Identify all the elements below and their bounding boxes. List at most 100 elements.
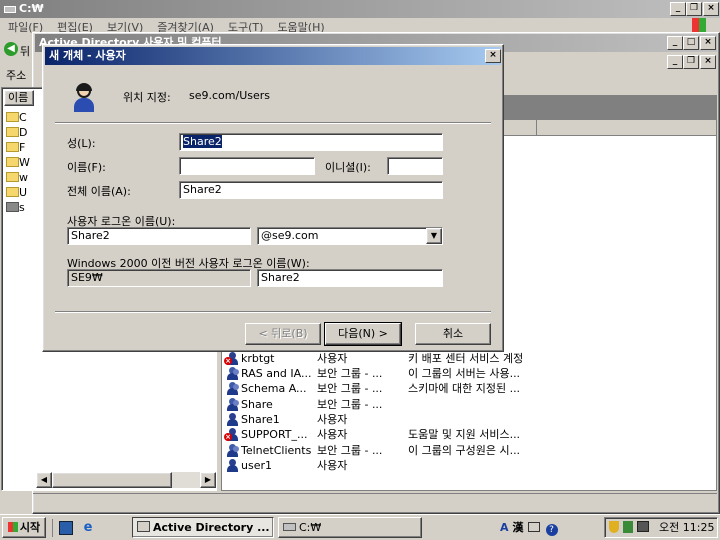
- list-item[interactable]: TelnetClients 보안 그룹 - ... 이 그룹의 구성원은 시...: [224, 443, 720, 458]
- windows-flag-icon: [7, 522, 18, 532]
- logon-name-field[interactable]: Share2: [67, 227, 251, 245]
- scroll-right-arrow[interactable]: ▶: [200, 472, 216, 488]
- list-item[interactable]: × SUPPORT_... 사용자 도움말 및 지원 서비스...: [224, 427, 720, 442]
- drive-icon: [4, 6, 16, 13]
- back-label[interactable]: 뒤: [20, 43, 30, 59]
- list-item-type: 보안 그룹 - ...: [317, 443, 383, 457]
- tree-item-label: U: [19, 186, 28, 199]
- dialog-title-bar[interactable]: 새 개체 - 사용자: [45, 47, 501, 65]
- list-item[interactable]: user1 사용자: [224, 458, 720, 473]
- ad-inner-restore-button[interactable]: ❐: [683, 55, 699, 69]
- show-desktop-icon[interactable]: [59, 521, 73, 535]
- list-item-type: 사용자: [317, 428, 348, 442]
- ad-minimize-button[interactable]: _: [667, 36, 683, 50]
- next-button[interactable]: 다음(N) >: [324, 322, 402, 346]
- ad-close-button[interactable]: ×: [700, 36, 716, 50]
- list-item-name: Share1: [241, 412, 280, 426]
- task-ad-window[interactable]: Active Directory ...: [132, 517, 274, 538]
- tree-item[interactable]: C: [6, 110, 36, 125]
- tree-item-label: C: [19, 111, 27, 124]
- scroll-left-arrow[interactable]: ◀: [36, 472, 52, 488]
- list-item[interactable]: × krbtgt 사용자 키 배포 센터 서비스 계정: [224, 351, 720, 366]
- last-name-field[interactable]: Share2: [179, 133, 443, 151]
- back-arrow-icon[interactable]: ◀: [4, 42, 18, 56]
- folder-icon: [6, 127, 19, 137]
- dropdown-arrow-icon[interactable]: ▼: [426, 228, 442, 244]
- group-icon: [226, 443, 239, 457]
- new-user-dialog: 새 개체 - 사용자 × 위치 지정: se9.com/Users 성(L): …: [42, 44, 504, 352]
- separator: [55, 311, 491, 313]
- network-icon[interactable]: [623, 521, 633, 533]
- ime-lang-a[interactable]: A: [500, 521, 509, 534]
- task-explorer-window[interactable]: C:₩: [278, 517, 422, 538]
- tree-header-label: 이름: [8, 91, 29, 104]
- location-label: 위치 지정:: [123, 91, 171, 104]
- list-item[interactable]: Share 보안 그룹 - ...: [224, 397, 720, 412]
- tree-item-label: W: [19, 156, 30, 169]
- list-item-name: Share: [241, 397, 273, 411]
- cancel-button[interactable]: 취소: [415, 323, 491, 345]
- initials-field[interactable]: [387, 157, 443, 175]
- dialog-close-button[interactable]: ×: [485, 49, 501, 63]
- location-value: se9.com/Users: [189, 89, 270, 102]
- tree-column-header[interactable]: 이름: [4, 90, 34, 106]
- list-item[interactable]: Share1 사용자: [224, 412, 720, 427]
- explorer-title: C:₩: [19, 2, 44, 15]
- clock[interactable]: 오전 11:25: [659, 520, 714, 536]
- list-item-name: user1: [241, 458, 272, 472]
- list-item-name: krbtgt: [241, 351, 275, 365]
- ad-inner-close-button[interactable]: ×: [700, 55, 716, 69]
- start-label: 시작: [19, 521, 41, 534]
- back-button[interactable]: < 뒤로(B): [245, 323, 321, 345]
- tree-item[interactable]: s: [6, 200, 36, 215]
- monitor-icon[interactable]: [637, 521, 649, 532]
- tree-item-label: w: [19, 171, 28, 184]
- list-item[interactable]: RAS and IA... 보안 그룹 - ... 이 그룹의 서버는 사용...: [224, 366, 720, 381]
- tree-item[interactable]: U: [6, 185, 36, 200]
- user-icon: [226, 458, 239, 472]
- close-button[interactable]: ×: [703, 2, 719, 16]
- explorer-title-bar[interactable]: C:₩: [0, 0, 720, 18]
- initials-label: 이니셜(I):: [325, 161, 371, 174]
- full-name-field[interactable]: Share2: [179, 181, 443, 199]
- domain-select[interactable]: @se9.com ▼: [257, 227, 443, 245]
- taskbar: 시작 e Active Directory ... C:₩ A 漢? 오전 11:…: [0, 514, 720, 540]
- ad-inner-minimize-button[interactable]: _: [667, 55, 683, 69]
- folder-icon: [6, 157, 19, 167]
- pre2000-logon-field[interactable]: Share2: [257, 269, 443, 287]
- ime-help-icon[interactable]: ?: [545, 524, 558, 536]
- ime-keyboard-icon[interactable]: [527, 522, 540, 532]
- tree-horizontal-scrollbar[interactable]: ◀ ▶: [36, 472, 216, 488]
- ie-icon[interactable]: e: [81, 521, 95, 535]
- list-item-name: TelnetClients: [241, 443, 312, 457]
- column-divider[interactable]: [536, 120, 537, 136]
- drive-task-icon: [283, 523, 296, 531]
- tree-item[interactable]: F: [6, 140, 36, 155]
- minimize-button[interactable]: _: [670, 2, 686, 16]
- last-name-value: Share2: [183, 135, 222, 148]
- folder-icon: [6, 142, 19, 152]
- scroll-thumb[interactable]: [52, 472, 172, 488]
- tree-item[interactable]: D: [6, 125, 36, 140]
- list-item[interactable]: Schema A... 보안 그룹 - ... 스키마에 대한 지정된 ...: [224, 381, 720, 396]
- ad-maximize-button[interactable]: □: [683, 36, 699, 50]
- tree-item-label: F: [19, 141, 26, 154]
- tree-item[interactable]: w: [6, 170, 36, 185]
- tree-item[interactable]: W: [6, 155, 36, 170]
- start-button[interactable]: 시작: [2, 517, 46, 538]
- first-name-field[interactable]: [179, 157, 315, 175]
- user-icon: [226, 412, 239, 426]
- folder-icon: [6, 202, 19, 212]
- ime-hanja[interactable]: 漢: [513, 521, 524, 534]
- ad-task-icon: [137, 521, 150, 532]
- shield-icon[interactable]: [609, 521, 619, 533]
- folder-icon: [6, 187, 19, 197]
- pre2000-domain-field: SE9₩: [67, 269, 251, 287]
- list-item-type: 보안 그룹 - ...: [317, 397, 383, 411]
- restore-button[interactable]: ❐: [686, 2, 702, 16]
- list-item-description: 스키마에 대한 지정된 ...: [408, 382, 521, 396]
- full-name-label: 전체 이름(A):: [67, 185, 131, 198]
- quick-launch: e: [52, 519, 102, 537]
- group-icon: [226, 397, 239, 411]
- folder-icon: [6, 172, 19, 182]
